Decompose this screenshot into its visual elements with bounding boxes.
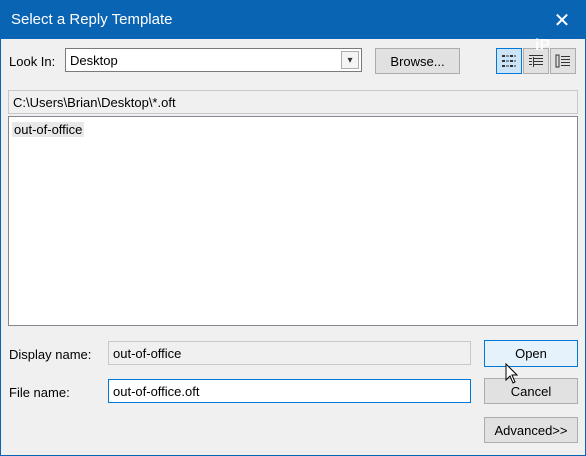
file-name-label: File name: [9,385,70,400]
current-path-text: C:\Users\Brian\Desktop\*.oft [13,95,176,110]
file-name-input[interactable]: out-of-office.oft [108,379,471,403]
title-bar: Select a Reply Template ✕ [1,1,585,39]
file-name-item: out-of-office [14,122,83,137]
list-view-icon [502,55,516,67]
open-button-label: Open [515,346,547,361]
file-list[interactable]: out-of-office [8,116,578,326]
advanced-button[interactable]: Advanced>> [484,417,578,443]
dialog-title: Select a Reply Template [11,11,173,28]
list-view-button[interactable] [496,48,522,74]
display-name-value: out-of-office [113,346,182,361]
look-in-dropdown[interactable]: Desktop ▾ [65,48,362,72]
cancel-button[interactable]: Cancel [484,378,578,404]
chevron-down-icon[interactable]: ▾ [341,51,359,69]
file-name-value: out-of-office.oft [113,384,200,399]
open-button[interactable]: Open [484,340,578,367]
browse-button-label: Browse... [390,53,445,69]
look-in-label: Look In: [9,54,56,69]
browse-button[interactable]: Browse... [375,48,460,74]
close-button[interactable]: ✕ [539,1,585,39]
mouse-pointer-icon [505,363,519,384]
cancel-button-label: Cancel [510,383,552,399]
properties-view-icon [555,54,570,68]
watermark-logo: iP [535,37,551,54]
close-icon: ✕ [553,9,571,32]
list-item[interactable]: out-of-office [12,122,85,137]
properties-view-button[interactable] [550,48,576,74]
details-view-icon [529,55,543,67]
display-name-field: out-of-office [108,341,471,365]
display-name-label: Display name: [9,347,92,362]
current-path-field: C:\Users\Brian\Desktop\*.oft [8,90,578,114]
select-reply-template-dialog: Select a Reply Template ✕ Look In: Deskt… [0,0,586,456]
look-in-value: Desktop [70,53,118,68]
advanced-button-label: Advanced>> [494,422,568,438]
